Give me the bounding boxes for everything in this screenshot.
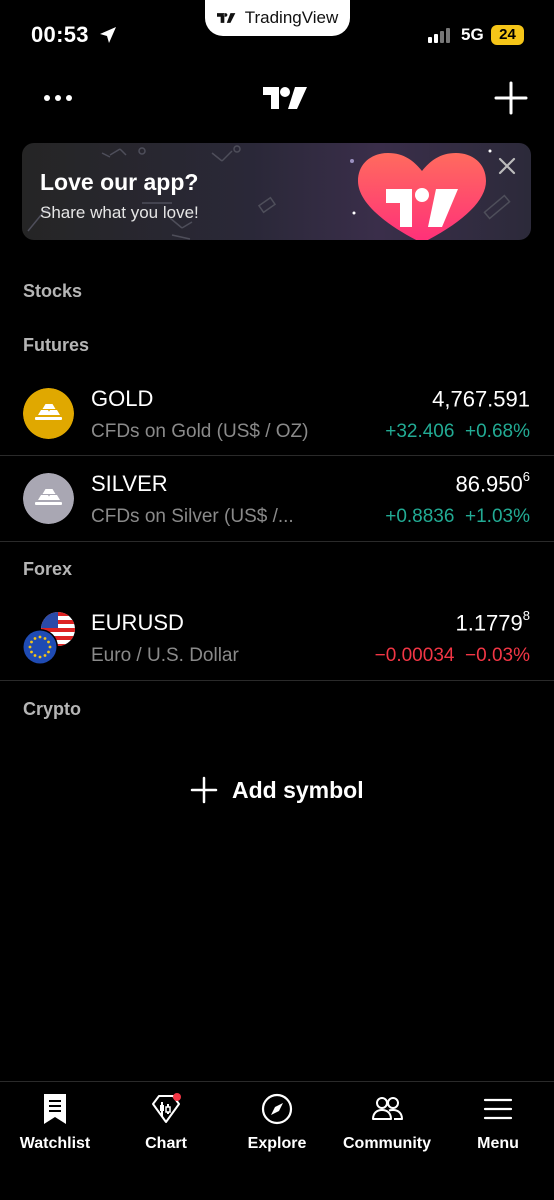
- more-options-button[interactable]: [44, 88, 76, 108]
- section-crypto[interactable]: Crypto: [23, 699, 81, 720]
- tab-label: Explore: [247, 1135, 307, 1152]
- price-value: 1.1779: [455, 610, 523, 636]
- dot: [66, 95, 72, 101]
- section-forex[interactable]: Forex: [23, 559, 72, 580]
- app-pill-label: TradingView: [244, 8, 339, 27]
- bottom-tab-bar: Watchlist Chart Explore Community Menu: [0, 1081, 554, 1200]
- tab-explore[interactable]: Explore: [222, 1092, 332, 1153]
- app-indicator-pill[interactable]: TradingView: [205, 0, 350, 36]
- symbol-change: −0.00034 −0.03%: [375, 645, 530, 667]
- add-symbol-button[interactable]: Add symbol: [190, 776, 364, 804]
- price-superscript: 6: [522, 469, 530, 484]
- tab-label: Watchlist: [19, 1135, 91, 1152]
- people-icon: [372, 1097, 403, 1120]
- add-watchlist-button[interactable]: [494, 81, 528, 115]
- symbol-name: EURUSD: [91, 610, 184, 635]
- tab-label: Chart: [145, 1135, 187, 1152]
- bookmark-list-icon: [44, 1094, 66, 1124]
- change-percent: +0.68%: [465, 421, 530, 442]
- symbol-description: CFDs on Gold (US$ / OZ): [91, 421, 309, 442]
- network-type: 5G: [461, 25, 484, 44]
- add-symbol-label: Add symbol: [232, 776, 364, 803]
- symbol-description: Euro / U.S. Dollar: [91, 645, 239, 666]
- compass-icon: [261, 1093, 293, 1125]
- symbol-price: 86.9506: [455, 469, 530, 497]
- hamburger-icon: [483, 1098, 513, 1120]
- section-divider: [0, 680, 554, 681]
- silver-bars-icon: [23, 473, 74, 524]
- change-value: +32.406: [385, 421, 455, 442]
- location-arrow-icon: [100, 27, 116, 43]
- change-percent: −0.03%: [465, 645, 530, 666]
- dot: [55, 95, 61, 101]
- battery-icon: 24: [491, 25, 524, 45]
- gold-bars-icon: [23, 388, 74, 439]
- symbol-change: +0.8836 +1.03%: [385, 506, 530, 528]
- symbol-name: SILVER: [91, 471, 168, 496]
- section-stocks[interactable]: Stocks: [23, 281, 82, 302]
- chart-candles-icon: [152, 1093, 181, 1123]
- tab-chart[interactable]: Chart: [111, 1092, 221, 1153]
- tab-community[interactable]: Community: [332, 1092, 442, 1153]
- tab-menu[interactable]: Menu: [443, 1092, 553, 1153]
- heart-logo-icon: [358, 153, 486, 240]
- change-value: +0.8836: [385, 506, 455, 527]
- symbol-name: GOLD: [91, 386, 154, 411]
- rate-app-banner[interactable]: Love our app? Share what you love!: [22, 143, 531, 240]
- cellular-signal-icon: [428, 27, 450, 43]
- banner-title: Love our app?: [40, 169, 199, 195]
- banner-subtitle: Share what you love!: [40, 203, 199, 222]
- symbol-description: CFDs on Silver (US$ /...: [91, 506, 294, 527]
- symbol-price: 4,767.591: [432, 386, 530, 412]
- tab-watchlist[interactable]: Watchlist: [0, 1092, 110, 1153]
- section-divider: [0, 541, 554, 542]
- change-value: −0.00034: [374, 645, 455, 666]
- tab-label: Menu: [477, 1135, 519, 1152]
- change-percent: +1.03%: [465, 506, 530, 527]
- tradingview-logo-icon: [263, 87, 307, 109]
- symbol-price: 1.17798: [455, 608, 530, 636]
- section-futures[interactable]: Futures: [23, 335, 89, 356]
- status-time: 00:53: [31, 22, 89, 47]
- dot: [44, 95, 50, 101]
- symbol-change: +32.406 +0.68%: [385, 421, 530, 443]
- tab-label: Community: [343, 1135, 431, 1152]
- eu-us-flags-icon: [22, 612, 75, 665]
- price-value: 4,767.591: [432, 386, 530, 412]
- price-superscript: 8: [522, 608, 530, 623]
- tradingview-logo-icon: [216, 13, 236, 23]
- plus-icon: [190, 776, 218, 804]
- price-value: 86.950: [455, 471, 523, 497]
- close-icon[interactable]: [498, 157, 516, 175]
- watchlist-row-silver[interactable]: [0, 456, 554, 541]
